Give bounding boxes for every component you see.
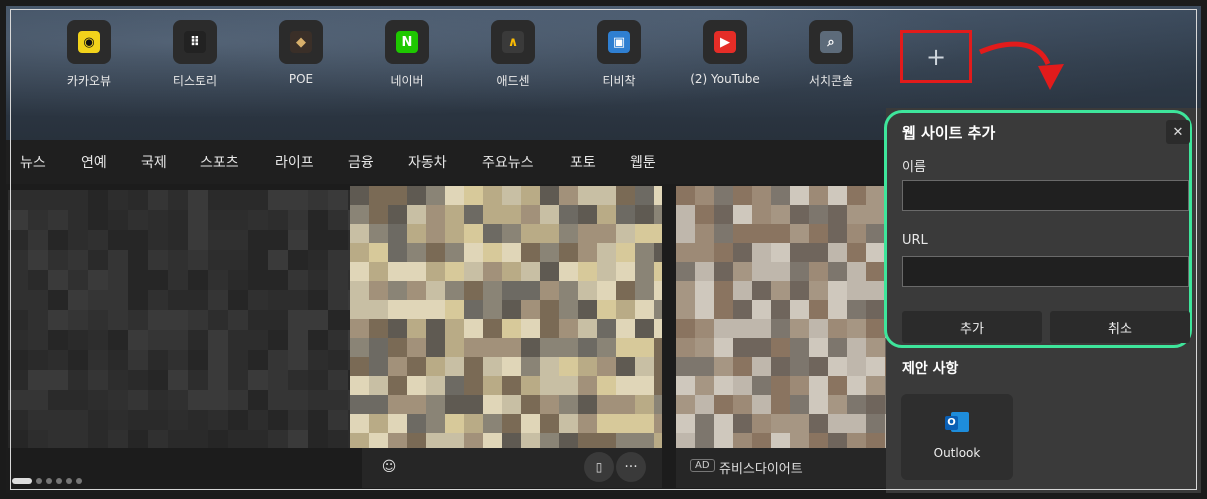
close-icon: ✕ <box>1172 124 1184 140</box>
outlook-icon: O <box>945 412 969 434</box>
nav-item-2[interactable]: 연예 <box>81 152 107 172</box>
tv-icon: ▣ <box>608 31 630 53</box>
shortcut-label: 애드센 <box>496 74 530 88</box>
kakaoview-icon: ◉ <box>78 31 100 53</box>
ad-badge: AD <box>690 459 715 472</box>
add-button[interactable]: 추가 <box>902 311 1042 343</box>
bookmark-icon[interactable]: ▯ <box>584 452 614 482</box>
shortcut-tile: ◆ <box>279 20 323 64</box>
nav-item-5[interactable]: 라이프 <box>275 152 314 172</box>
shortcut-tile: ◉ <box>67 20 111 64</box>
name-label: 이름 <box>902 160 926 175</box>
search-console-icon: ⌕ <box>820 31 842 53</box>
more-options-icon[interactable]: ··· <box>616 452 646 482</box>
shortcut-tile: ⌕ <box>809 20 853 64</box>
url-input[interactable] <box>902 256 1189 287</box>
shortcut-2[interactable]: ⠿ 티스토리 <box>150 20 240 89</box>
naver-icon: N <box>396 31 418 53</box>
nav-item-3[interactable]: 국제 <box>141 152 167 172</box>
close-button[interactable]: ✕ <box>1166 120 1190 144</box>
shortcut-label: 카카오뷰 <box>66 74 112 88</box>
news-card-image-2[interactable] <box>676 186 886 448</box>
shortcut-7[interactable]: ▶ (2) YouTube <box>680 20 770 86</box>
shortcut-tile: ▣ <box>597 20 641 64</box>
nav-item-1[interactable]: 뉴스 <box>20 152 46 172</box>
cancel-button[interactable]: 취소 <box>1050 311 1190 343</box>
shortcut-8[interactable]: ⌕ 서치콘솔 <box>786 20 876 89</box>
url-label: URL <box>902 233 928 248</box>
nav-item-6[interactable]: 금융 <box>348 152 374 172</box>
adsense-icon: ∧ <box>502 31 524 53</box>
shortcut-tile: ▶ <box>703 20 747 64</box>
shortcut-tile: ∧ <box>491 20 535 64</box>
news-list-blurred <box>8 190 350 448</box>
carousel-indicator[interactable] <box>12 478 82 484</box>
shortcut-1[interactable]: ◉ 카카오뷰 <box>44 20 134 89</box>
add-shortcut-button[interactable]: + <box>900 30 972 83</box>
news-card-image-1[interactable] <box>350 186 662 448</box>
reaction-icon[interactable]: ☺ <box>374 452 404 482</box>
shortcut-label: 티스토리 <box>172 74 218 88</box>
nav-item-8[interactable]: 주요뉴스 <box>482 152 534 172</box>
shortcut-label: 네이버 <box>390 74 424 88</box>
nav-item-10[interactable]: 웹툰 <box>630 152 656 172</box>
nav-item-4[interactable]: 스포츠 <box>200 152 239 172</box>
nav-item-9[interactable]: 포토 <box>570 152 596 172</box>
suggestion-outlook[interactable]: O Outlook <box>901 394 1013 480</box>
shortcut-label: 서치콘솔 <box>808 74 854 88</box>
shortcut-4[interactable]: N 네이버 <box>362 20 452 89</box>
shortcut-label: (2) YouTube <box>690 72 760 86</box>
shortcut-6[interactable]: ▣ 티비착 <box>574 20 664 89</box>
shortcut-label: 티비착 <box>602 74 636 88</box>
name-input[interactable] <box>902 180 1189 211</box>
shortcut-tile: N <box>385 20 429 64</box>
shortcut-3[interactable]: ◆ POE <box>256 20 346 86</box>
shortcut-5[interactable]: ∧ 애드센 <box>468 20 558 89</box>
tistory-icon: ⠿ <box>184 31 206 53</box>
dialog-title: 웹 사이트 추가 <box>902 124 996 142</box>
shortcut-label: POE <box>288 72 314 86</box>
ad-source[interactable]: 쥬비스다이어트 <box>719 458 803 477</box>
youtube-icon: ▶ <box>714 31 736 53</box>
shortcut-tile: ⠿ <box>173 20 217 64</box>
suggestion-label: Outlook <box>933 446 981 460</box>
poe-icon: ◆ <box>290 31 312 53</box>
suggestions-title: 제안 사항 <box>902 361 959 377</box>
red-arrow-annotation <box>979 41 1064 90</box>
nav-item-7[interactable]: 자동차 <box>408 152 447 172</box>
plus-icon: + <box>925 42 947 71</box>
